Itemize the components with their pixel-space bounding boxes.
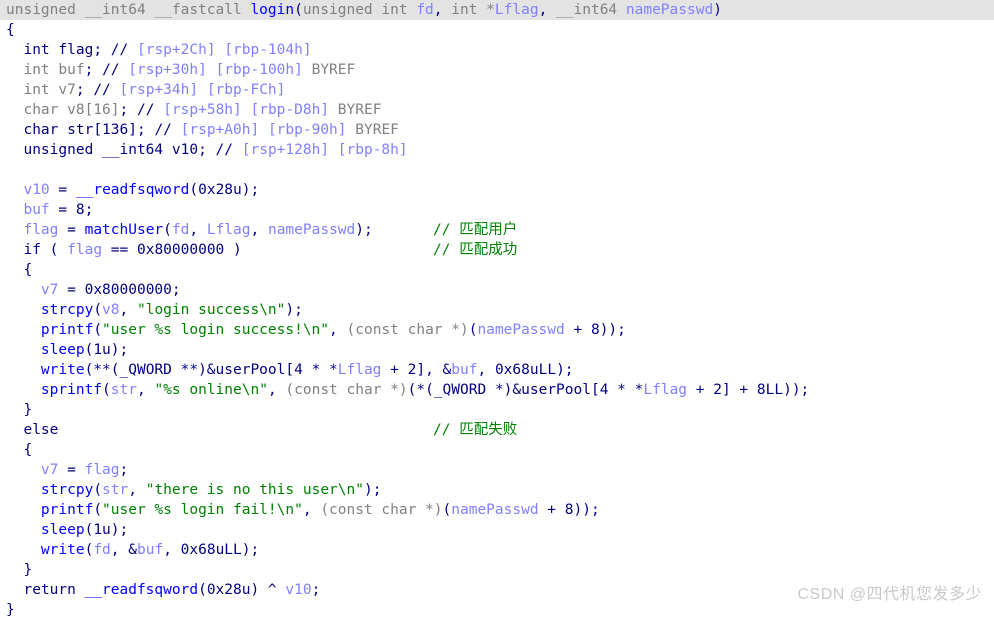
code-line-else-open-brace[interactable]: {	[0, 440, 994, 460]
comment-match-user[interactable]: // 匹配用户	[433, 220, 517, 240]
code-line-strcpy-v8[interactable]: strcpy(v8, "login success\n");	[0, 300, 994, 320]
code-line-if-flag[interactable]: if ( flag == 0x80000000 )// 匹配成功	[0, 240, 994, 260]
code-line-else[interactable]: else// 匹配失败	[0, 420, 994, 440]
code-line-buf-assign[interactable]: buf = 8;	[0, 200, 994, 220]
token-var-v8[interactable]: v8[16]	[67, 102, 119, 118]
token-var-buf[interactable]: buf	[58, 62, 84, 78]
token-calling-convention: __fastcall	[154, 2, 251, 18]
token-arg-lflag[interactable]: Lflag	[338, 362, 382, 378]
token-var-buf[interactable]: buf	[137, 542, 163, 558]
token-string-online[interactable]: "%s online\n"	[154, 382, 268, 398]
code-line-sleep-2[interactable]: sleep(1u);	[0, 520, 994, 540]
token-var-flag[interactable]: flag	[67, 242, 102, 258]
pseudocode-view[interactable]: unsigned __int64 __fastcall login(unsign…	[0, 0, 994, 618]
comment-match-success[interactable]: // 匹配成功	[433, 240, 517, 260]
token-param-lflag[interactable]: Lflag	[495, 2, 539, 18]
token-var-flag[interactable]: flag	[85, 462, 120, 478]
token-var-v8[interactable]: v8	[102, 302, 119, 318]
token-var-flag[interactable]: flag	[58, 42, 93, 58]
token-var-buf[interactable]: buf	[23, 202, 49, 218]
code-line-if-open-brace[interactable]: {	[0, 260, 994, 280]
token-string-user-login-fail[interactable]: "user %s login fail!\n"	[102, 502, 303, 518]
token-stack-offset: [rsp+128h] [rbp-8h]	[241, 142, 408, 158]
token-arg-namepasswd[interactable]: namePasswd	[451, 502, 538, 518]
token-byref: BYREF	[311, 62, 356, 78]
token-stack-offset: [rsp+2Ch] [rbp-104h]	[136, 42, 312, 58]
token-byref: BYREF	[355, 122, 399, 138]
code-line-close-brace[interactable]: }	[0, 600, 994, 620]
token-var-buf[interactable]: buf	[451, 362, 477, 378]
code-line-open-brace[interactable]: {	[0, 20, 994, 40]
token-arg-fd[interactable]: fd	[93, 542, 110, 558]
token-call-write[interactable]: write	[41, 362, 85, 378]
token-arg-namepasswd[interactable]: namePasswd	[268, 222, 355, 238]
token-var-str[interactable]: str[136]	[67, 122, 137, 138]
token-global-userpool[interactable]: userPool	[521, 382, 591, 398]
token-var-v10[interactable]: v10	[285, 582, 311, 598]
code-line-v7-assign-const[interactable]: v7 = 0x80000000;	[0, 280, 994, 300]
code-line-signature[interactable]: unsigned __int64 __fastcall login(unsign…	[0, 0, 994, 20]
code-line-decl-flag[interactable]: int flag; // [rsp+2Ch] [rbp-104h]	[0, 40, 994, 60]
token-var-v10[interactable]: v10	[172, 142, 198, 158]
code-line-sprintf-online[interactable]: sprintf(str, "%s online\n", (const char …	[0, 380, 994, 400]
code-line-decl-v7[interactable]: int v7; // [rsp+34h] [rbp-FCh]	[0, 80, 994, 100]
token-string-login-success[interactable]: "login success\n"	[137, 302, 285, 318]
token-var-v7[interactable]: v7	[41, 462, 58, 478]
token-var-v7[interactable]: v7	[41, 282, 58, 298]
code-line-v10-assign[interactable]: v10 = __readfsqword(0x28u);	[0, 180, 994, 200]
token-stack-offset: [rsp+30h] [rbp-100h]	[128, 62, 312, 78]
token-param-namepasswd[interactable]: namePasswd	[626, 2, 713, 18]
token-var-str[interactable]: str	[111, 382, 137, 398]
code-line-if-close-brace[interactable]: }	[0, 400, 994, 420]
code-line-decl-v10[interactable]: unsigned __int64 v10; // [rsp+128h] [rbp…	[0, 140, 994, 160]
token-call-sleep[interactable]: sleep	[41, 522, 85, 538]
token-call-readfsqword[interactable]: __readfsqword	[76, 182, 190, 198]
token-arg-namepasswd[interactable]: namePasswd	[477, 322, 564, 338]
code-line-printf-success[interactable]: printf("user %s login success!\n", (cons…	[0, 320, 994, 340]
token-call-printf[interactable]: printf	[41, 502, 93, 518]
token-stack-offset: [rsp+34h] [rbp-FCh]	[119, 82, 286, 98]
code-line-decl-str[interactable]: char str[136]; // [rsp+A0h] [rbp-90h] BY…	[0, 120, 994, 140]
code-line-strcpy-str[interactable]: strcpy(str, "there is no this user\n");	[0, 480, 994, 500]
code-line-printf-fail[interactable]: printf("user %s login fail!\n", (const c…	[0, 500, 994, 520]
token-param-fd[interactable]: fd	[416, 2, 433, 18]
code-line-decl-v8[interactable]: char v8[16]; // [rsp+58h] [rbp-D8h] BYRE…	[0, 100, 994, 120]
token-var-v7[interactable]: v7	[58, 82, 75, 98]
code-line-write-userpool[interactable]: write(**(_QWORD **)&userPool[4 * *Lflag …	[0, 360, 994, 380]
token-call-strcpy[interactable]: strcpy	[41, 482, 93, 498]
code-line-sleep-1[interactable]: sleep(1u);	[0, 340, 994, 360]
token-global-userpool[interactable]: userPool	[216, 362, 286, 378]
token-byref: BYREF	[337, 102, 382, 118]
code-line-return[interactable]: return __readfsqword(0x28u) ^ v10;	[0, 580, 994, 600]
token-call-write[interactable]: write	[41, 542, 85, 558]
token-call-matchuser[interactable]: matchUser	[85, 222, 164, 238]
token-string-user-login-success[interactable]: "user %s login success!\n"	[102, 322, 329, 338]
code-line-v7-assign-flag[interactable]: v7 = flag;	[0, 460, 994, 480]
code-line-decl-buf[interactable]: int buf; // [rsp+30h] [rbp-100h] BYREF	[0, 60, 994, 80]
token-arg-lflag[interactable]: Lflag	[643, 382, 687, 398]
code-line-write-fd[interactable]: write(fd, &buf, 0x68uLL);	[0, 540, 994, 560]
token-arg-fd[interactable]: fd	[172, 222, 189, 238]
token-var-v10[interactable]: v10	[23, 182, 49, 198]
token-var-flag[interactable]: flag	[23, 222, 58, 238]
token-return-type: unsigned __int64	[6, 2, 155, 18]
token-call-strcpy[interactable]: strcpy	[41, 302, 93, 318]
token-stack-offset: [rsp+58h] [rbp-D8h]	[163, 102, 338, 118]
token-call-sleep[interactable]: sleep	[41, 342, 85, 358]
token-function-name[interactable]: login	[250, 2, 294, 18]
code-line-matchuser[interactable]: flag = matchUser(fd, Lflag, namePasswd);…	[0, 220, 994, 240]
token-stack-offset: [rsp+A0h] [rbp-90h]	[180, 122, 356, 138]
comment-match-fail[interactable]: // 匹配失败	[433, 420, 517, 440]
token-call-readfsqword[interactable]: __readfsqword	[85, 582, 199, 598]
token-arg-lflag[interactable]: Lflag	[207, 222, 251, 238]
token-call-sprintf[interactable]: sprintf	[41, 382, 102, 398]
token-string-no-this-user[interactable]: "there is no this user\n"	[146, 482, 364, 498]
token-call-printf[interactable]: printf	[41, 322, 93, 338]
code-line-else-close-brace[interactable]: }	[0, 560, 994, 580]
token-var-str[interactable]: str	[102, 482, 128, 498]
